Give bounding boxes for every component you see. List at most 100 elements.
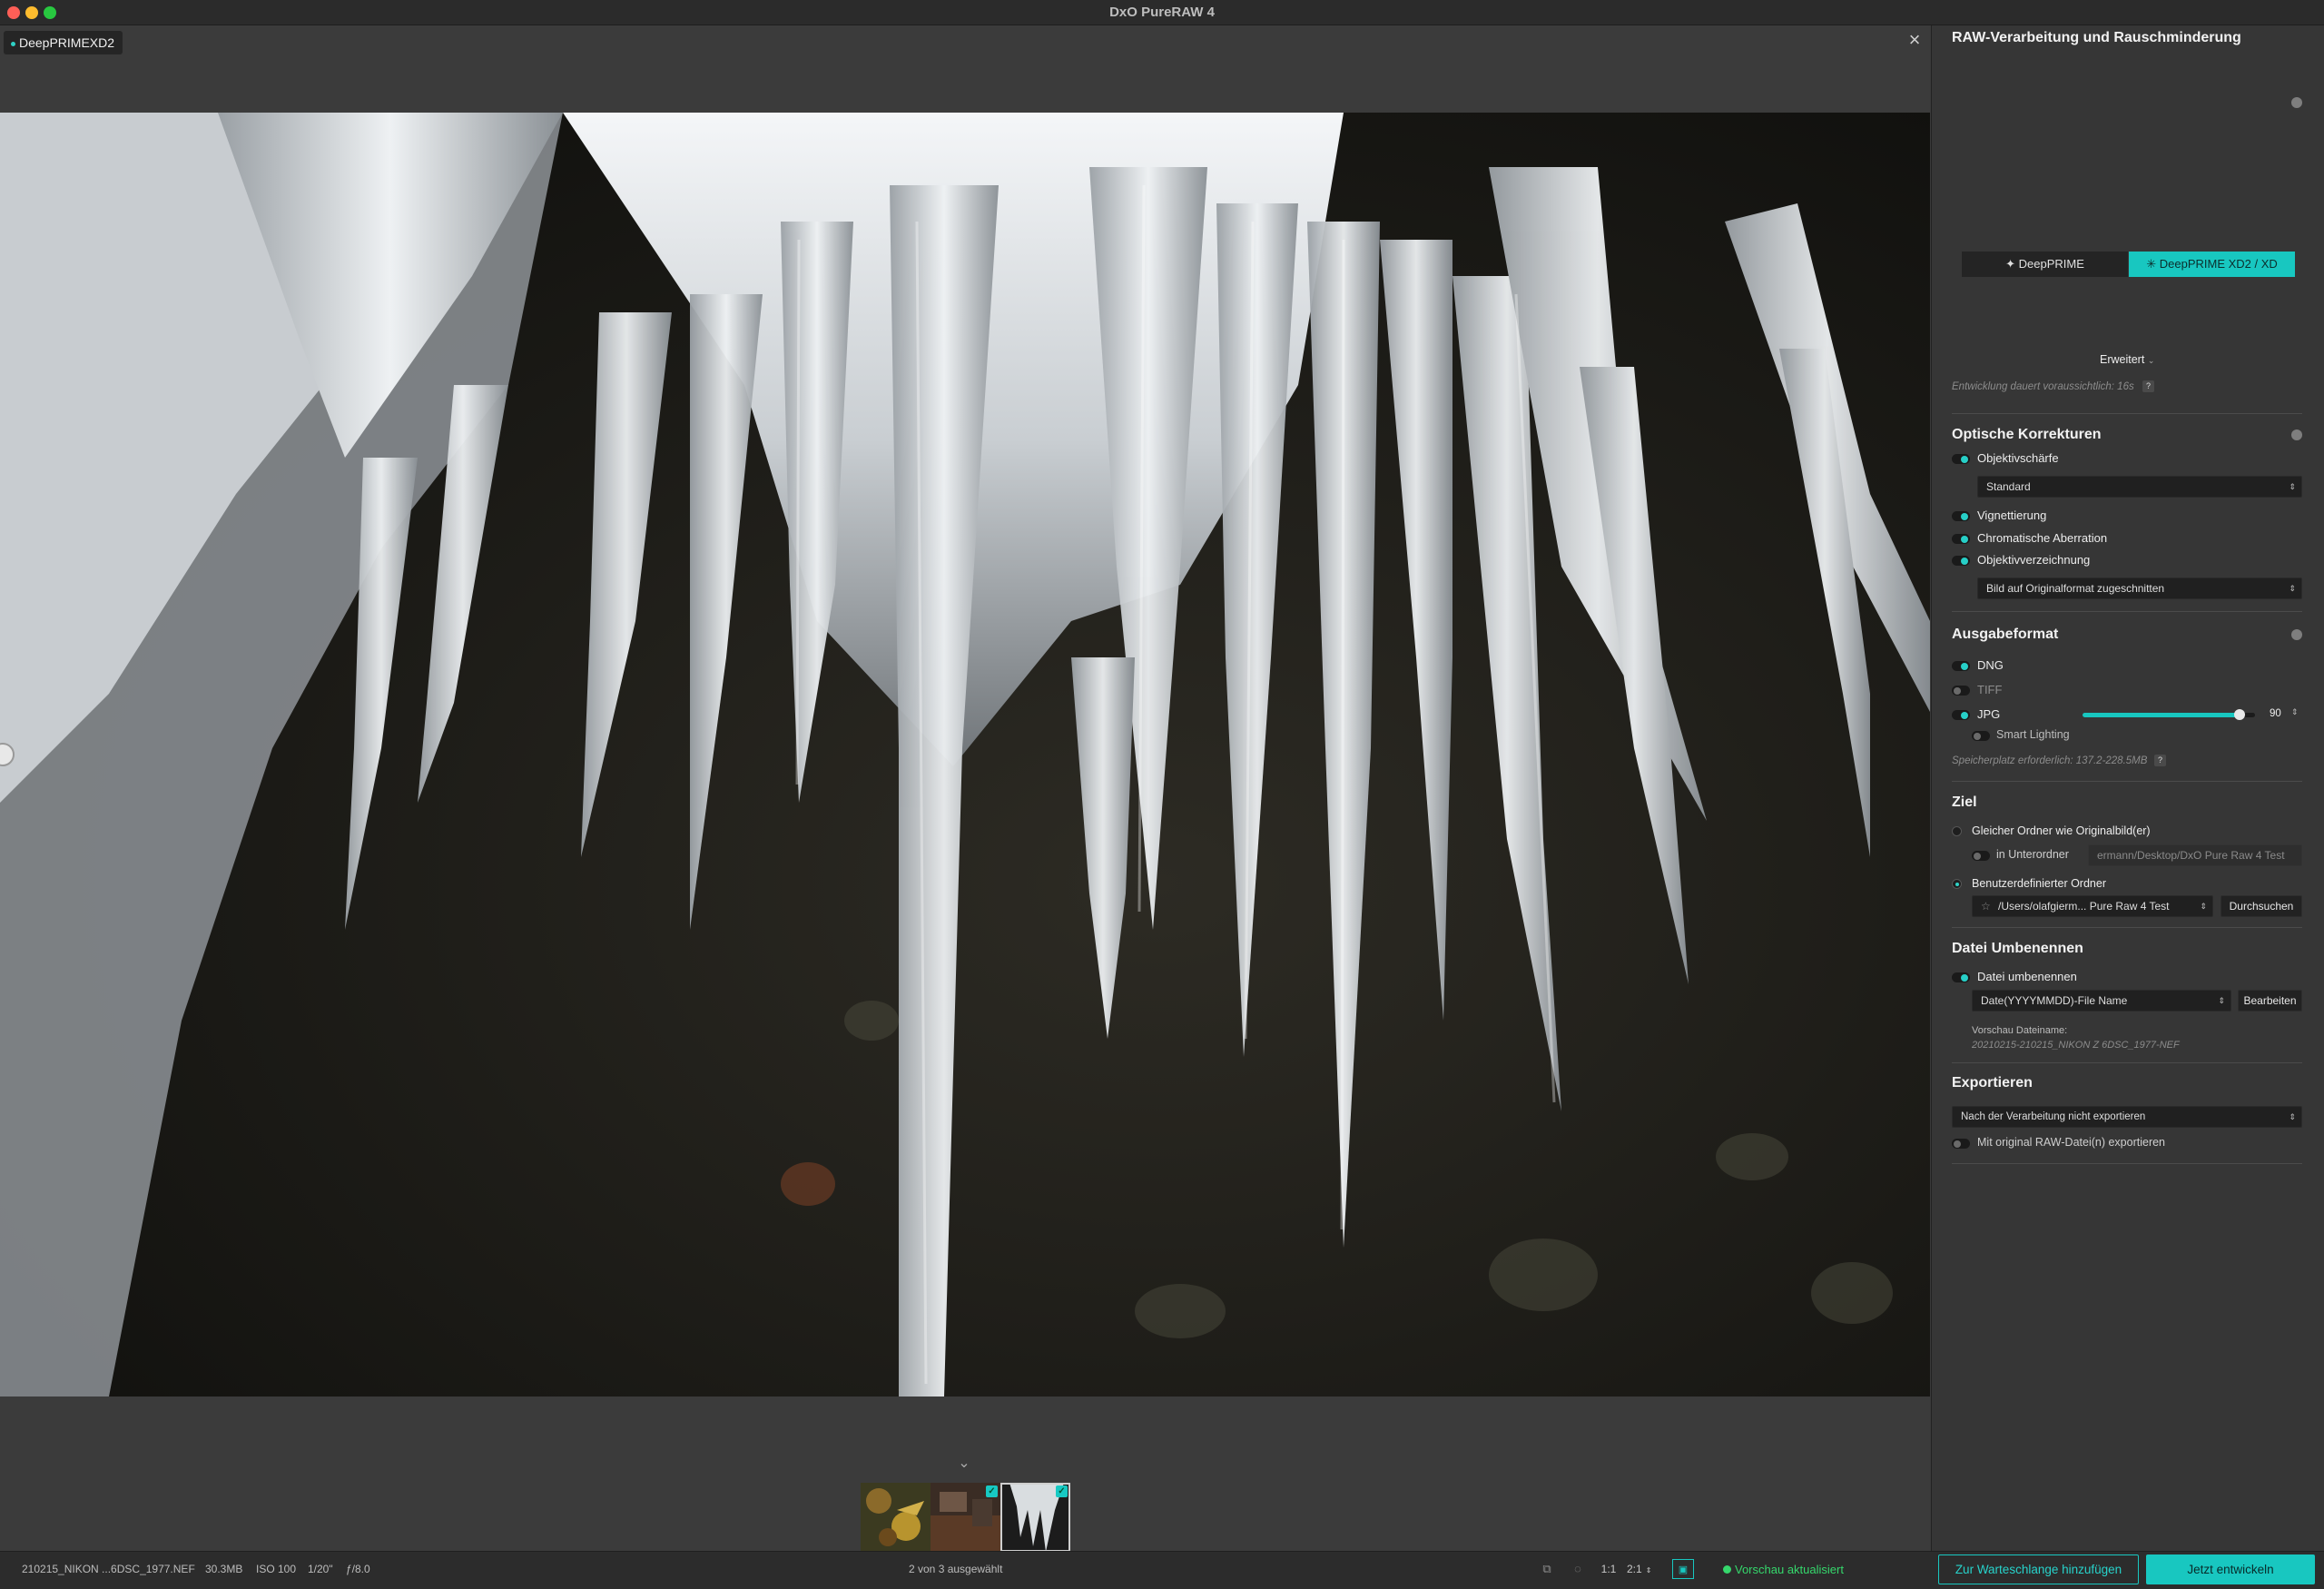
info-icon[interactable]: [2291, 429, 2302, 440]
export-option-select[interactable]: Nach der Verarbeitung nicht exportieren ⇕: [1952, 1106, 2302, 1128]
stepper-icon[interactable]: ⇕: [2291, 707, 2299, 717]
sparkle-icon: ✦: [2005, 257, 2016, 271]
zoom-level-value: 2:1: [1627, 1563, 1642, 1575]
develop-now-button[interactable]: Jetzt entwickeln: [2146, 1554, 2315, 1584]
toggle-knob: [1961, 557, 1968, 565]
rename-pattern-select[interactable]: Date(YYYYMMDD)-File Name ⇕: [1972, 990, 2231, 1012]
smart-lighting-label: Smart Lighting: [1996, 728, 2070, 741]
toggle-knob: [1954, 686, 1961, 695]
shutter-speed: 1/20": [308, 1563, 333, 1575]
stepper-icon: ⇕: [2218, 996, 2225, 1005]
stepper-icon: ⇕: [2289, 584, 2296, 593]
jpg-toggle[interactable]: [1952, 710, 1970, 720]
toggle-knob: [1961, 512, 1968, 520]
compare-layers-icon[interactable]: ⧉: [1536, 1559, 1558, 1579]
deepprime-xd2-mode-label: DeepPRIME XD2 / XD: [2159, 257, 2278, 271]
edit-pattern-button[interactable]: Bearbeiten: [2238, 990, 2302, 1012]
info-icon[interactable]: [2291, 97, 2302, 108]
file-name: 210215_NIKON ...6DSC_1977.NEF: [22, 1563, 195, 1575]
deepprime-mode-label: DeepPRIME: [2018, 257, 2084, 271]
thumbnail-checkbox[interactable]: ✓: [1056, 1485, 1068, 1497]
export-raw-toggle[interactable]: [1952, 1139, 1970, 1149]
section-divider: [1952, 927, 2302, 928]
info-icon[interactable]: [2291, 629, 2302, 640]
vignetting-label: Vignettierung: [1977, 508, 2047, 522]
export-option-value: Nach der Verarbeitung nicht exportieren: [1961, 1111, 2146, 1122]
eta-help-icon[interactable]: ?: [2142, 380, 2154, 392]
vignetting-toggle[interactable]: [1952, 511, 1970, 521]
toggle-knob: [1954, 1140, 1961, 1148]
thumbnail-checkbox[interactable]: ✓: [986, 1485, 998, 1497]
stepper-icon: ⇕: [2200, 902, 2207, 911]
section-divider: [1952, 1163, 2302, 1164]
storage-help-icon[interactable]: ?: [2154, 755, 2166, 766]
smart-lighting-toggle[interactable]: [1972, 731, 1990, 741]
preview-image[interactable]: [0, 113, 1930, 1397]
image-preview-icon[interactable]: ▣: [1672, 1559, 1694, 1579]
loupe-icon[interactable]: ◌: [1567, 1559, 1589, 1579]
toggle-knob: [1961, 711, 1968, 719]
tiff-toggle[interactable]: [1952, 686, 1970, 696]
dng-toggle[interactable]: [1952, 661, 1970, 671]
sparkle-icon: ✳: [2146, 257, 2157, 271]
subfolder-toggle[interactable]: [1972, 851, 1990, 861]
chevron-down-icon: ⌄: [2147, 356, 2155, 365]
active-dot-icon: [11, 41, 15, 46]
same-folder-radio[interactable]: [1952, 826, 1962, 836]
toggle-knob: [1961, 455, 1968, 463]
jpg-quality-slider[interactable]: [2083, 709, 2255, 720]
thumbnail-rust-scene[interactable]: ✓: [931, 1483, 1000, 1552]
custom-folder-radio[interactable]: [1952, 879, 1962, 889]
custom-folder-select[interactable]: ☆ /Users/olafgierm... Pure Raw 4 Test ⇕: [1972, 895, 2213, 917]
chromatic-aberration-label: Chromatische Aberration: [1977, 531, 2108, 545]
rename-label: Datei umbenennen: [1977, 970, 2077, 983]
zoom-level-select[interactable]: 2:1 ⇕: [1627, 1559, 1658, 1579]
lens-sharpness-toggle[interactable]: [1952, 454, 1970, 464]
selection-count: 2 von 3 ausgewählt: [909, 1563, 1003, 1575]
jpg-label: JPG: [1977, 707, 2001, 721]
zoom-1-1-button[interactable]: 1:1: [1598, 1559, 1620, 1579]
browse-button[interactable]: Durchsuchen: [2221, 895, 2302, 917]
close-viewer-button[interactable]: ×: [1903, 27, 1926, 53]
filename-preview-value: 20210215-210215_NIKON Z 6DSC_1977-NEF: [1972, 1040, 2180, 1051]
slider-knob[interactable]: [2233, 709, 2245, 720]
stepper-icon: ⇕: [2289, 482, 2296, 491]
chromatic-aberration-toggle[interactable]: [1952, 534, 1970, 544]
lens-sharpness-label: Objektivschärfe: [1977, 451, 2059, 465]
optics-section-title: Optische Korrekturen: [1952, 427, 2102, 442]
filmstrip-toggle-chevron-icon[interactable]: ⌄: [955, 1456, 973, 1471]
custom-folder-path: /Users/olafgierm... Pure Raw 4 Test: [1998, 900, 2170, 913]
icicles-photo: [0, 113, 1930, 1397]
same-folder-label: Gleicher Ordner wie Originalbild(er): [1972, 824, 2151, 837]
jpg-quality-value[interactable]: 90: [2270, 708, 2281, 719]
advanced-toggle[interactable]: Erweitert ⌄: [2100, 353, 2154, 366]
add-to-queue-button[interactable]: Zur Warteschlange hinzufügen: [1938, 1554, 2139, 1584]
file-size: 30.3MB: [205, 1563, 243, 1575]
deepprime-xd2-mode-button[interactable]: ✳ DeepPRIME XD2 / XD: [2129, 252, 2295, 277]
rename-pattern-value: Date(YYYYMMDD)-File Name: [1981, 994, 2128, 1007]
stepper-icon: ⇕: [1645, 1566, 1652, 1574]
subfolder-path-field[interactable]: ermann/Desktop/DxO Pure Raw 4 Test: [2088, 844, 2302, 866]
thumbnail-autumn-leaves[interactable]: [861, 1483, 931, 1552]
lens-distortion-toggle[interactable]: [1952, 556, 1970, 566]
window-title: DxO PureRAW 4: [1109, 5, 1215, 20]
stepper-icon: ⇕: [2289, 1112, 2296, 1121]
deepprime-mode-button[interactable]: ✦ DeepPRIME: [1962, 252, 2128, 277]
preset-tab[interactable]: DeepPRIMEXD2: [4, 31, 123, 54]
lens-sharpness-select[interactable]: Standard ⇕: [1977, 476, 2302, 498]
custom-folder-label: Benutzerdefinierter Ordner: [1972, 877, 2106, 890]
advanced-label: Erweitert: [2100, 353, 2145, 366]
lens-sharpness-value: Standard: [1986, 480, 2031, 493]
processing-time-estimate: Entwicklung dauert voraussichtlich: 16s: [1952, 381, 2134, 392]
thumbnail-icicles[interactable]: ✓: [1000, 1483, 1070, 1552]
target-section-title: Ziel: [1952, 794, 1977, 810]
export-section-title: Exportieren: [1952, 1075, 2033, 1091]
rename-toggle[interactable]: [1952, 972, 1970, 982]
preview-status: Vorschau aktualisiert: [1723, 1563, 1844, 1576]
star-icon[interactable]: ☆: [1981, 896, 1991, 916]
lens-distortion-label: Objektivverzeichnung: [1977, 553, 2091, 567]
toggle-knob: [1961, 973, 1968, 982]
lens-distortion-select[interactable]: Bild auf Originalformat zugeschnitten ⇕: [1977, 577, 2302, 599]
iso-value: ISO 100: [256, 1563, 297, 1575]
dng-label: DNG: [1977, 658, 2004, 672]
